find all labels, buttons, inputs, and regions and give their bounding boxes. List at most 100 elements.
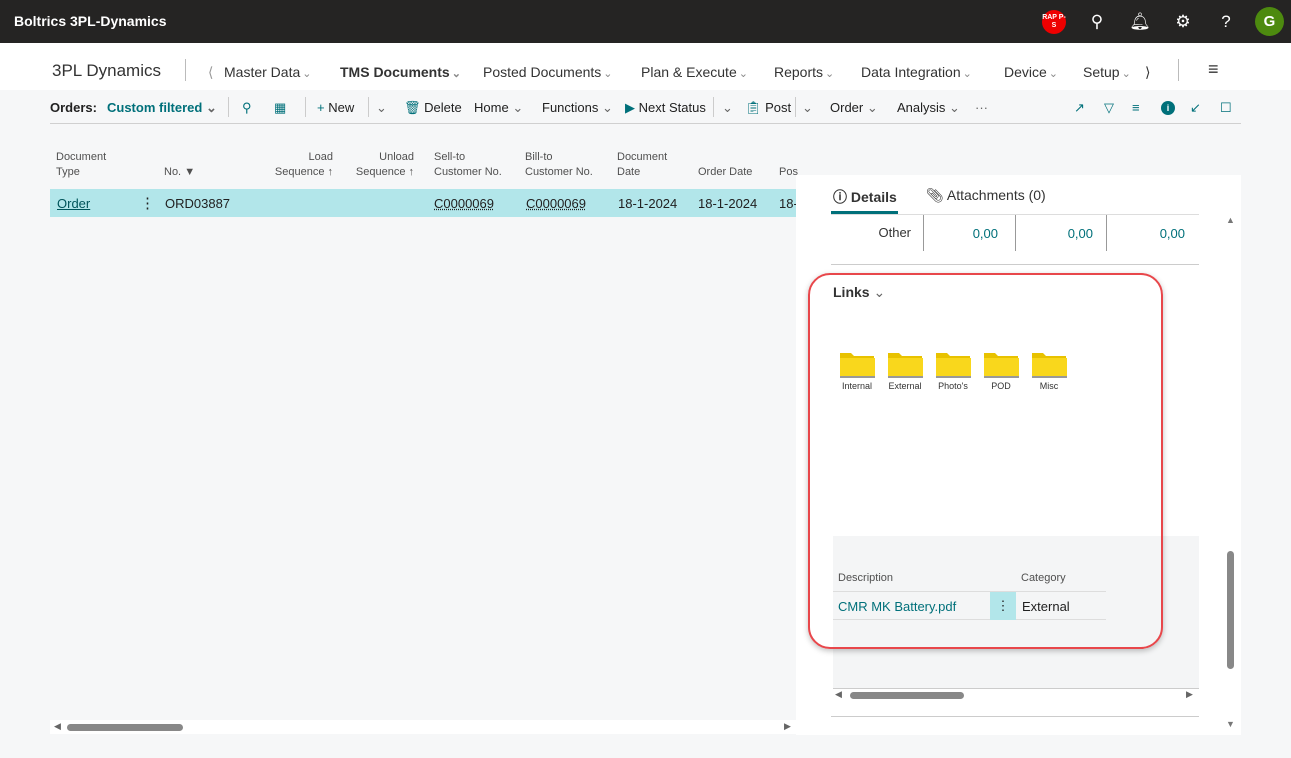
tab-details[interactable]: ⓘ Details [833,187,897,207]
order-no: ORD03887 [165,196,231,211]
new-label: New [328,100,355,115]
bill-to-customer[interactable]: C0000069 [526,196,586,211]
new-button[interactable]: + New [317,100,354,115]
filter-icon[interactable]: ▽ [1104,100,1114,116]
nav-setup[interactable]: Setup ⌄ [1083,64,1131,80]
bookmark-icon[interactable]: ☐ [1220,100,1232,116]
filter-dropdown[interactable]: Custom filtered ⌄ [107,100,217,116]
table-header: Document Type No. ▼ Load Sequence ↑ Unload… [50,150,798,188]
nav-bar: 3PL Dynamics ⟨ Master Data ⌄ TMS Document… [0,43,1291,90]
action-bar: Orders: Custom filtered ⌄ ⚲ ▦ + New ⌄ 🗑︎… [50,95,1241,124]
divider [368,97,369,117]
company-badge[interactable]: RAP P-S [1042,10,1066,34]
vertical-scrollbar[interactable]: ▲ ▼ [1224,213,1238,733]
dropdown-icon[interactable]: ⌄ [802,100,813,116]
bell-icon[interactable]: 🔔︎ [1128,10,1152,34]
table-row[interactable]: Order ⋮ ORD03887 C0000069 C0000069 18-1-… [50,189,798,217]
other-value[interactable]: 0,00 [1109,226,1185,241]
nav-label: Setup [1083,64,1120,80]
col-bill-to[interactable]: Bill-to Customer No. [525,150,593,180]
col-order-date[interactable]: Order Date [698,165,752,180]
company-name[interactable]: 3PL Dynamics [52,61,161,81]
dropdown-icon[interactable]: ⌄ [722,100,733,116]
nav-posted-documents[interactable]: Posted Documents ⌄ [483,64,613,80]
col-document-date[interactable]: Document Date [617,150,667,180]
functions-label: Functions [542,100,599,115]
document-type-link[interactable]: Order [57,196,90,211]
avatar[interactable]: G [1255,7,1284,36]
row-menu-icon[interactable]: ⋮ [140,194,155,212]
highlight-annotation [808,273,1163,649]
search-icon[interactable]: ⚲ [1085,10,1109,34]
nav-device[interactable]: Device ⌄ [1004,64,1058,80]
post-icon: 📋︎ [745,100,762,115]
new-dropdown-icon[interactable]: ⌄ [376,100,387,116]
plus-icon: + [317,100,325,115]
nav-back-icon[interactable]: ⟨ [208,64,213,81]
other-value[interactable]: 0,00 [1018,226,1093,241]
nav-master-data[interactable]: Master Data ⌄ [224,64,311,80]
divider [713,97,714,117]
analysis-menu[interactable]: Analysis ⌄ [897,100,960,116]
other-label: Other [878,225,911,240]
nav-label: Plan & Execute [641,64,737,80]
trash-icon: 🗑︎ [404,100,421,115]
post-label: Post [765,100,792,115]
order-label: Order [830,100,864,115]
nav-tms-documents[interactable]: TMS Documents ⌄ [340,64,461,80]
more-button[interactable]: ··· [975,100,988,115]
sell-to-customer[interactable]: C0000069 [434,196,494,211]
divider [1178,59,1179,81]
col-load-sequence[interactable]: Load Sequence ↑ [260,150,333,180]
horizontal-scrollbar[interactable]: ◀ ▶ [50,720,796,734]
delete-button[interactable]: 🗑︎ Delete [404,100,462,116]
filter-label: Custom filtered [107,100,203,115]
orders-label: Orders: [50,100,97,115]
nav-label: Master Data [224,64,301,80]
next-status-label: Next Status [638,100,706,115]
nav-label: Data Integration [861,64,961,80]
col-document-type[interactable]: Document Type [56,150,106,180]
home-label: Home [474,100,509,115]
gear-icon[interactable]: ⚙ [1171,10,1195,34]
divider [185,59,186,81]
home-menu[interactable]: Home ⌄ [474,100,523,116]
nav-plan-execute[interactable]: Plan & Execute ⌄ [641,64,748,80]
document-date: 18-1-2024 [618,196,678,211]
next-icon: ▶ [625,100,635,115]
col-no[interactable]: No. ▼ [164,165,195,180]
delete-label: Delete [424,100,462,115]
order-menu[interactable]: Order ⌄ [830,100,878,116]
divider [228,97,229,117]
share-icon[interactable]: ↗ [1074,100,1085,116]
search-icon[interactable]: ⚲ [242,100,252,116]
other-value[interactable]: 0,00 [926,226,998,241]
post-button[interactable]: 📋︎ Post [745,100,791,116]
info-icon[interactable]: i [1161,101,1175,115]
menu-icon[interactable]: ≡ [1208,59,1219,80]
tab-attachments[interactable]: 📎︎ Attachments (0) [926,187,1046,204]
nav-forward-icon[interactable]: ⟩ [1145,64,1150,81]
analysis-label: Analysis [897,100,946,115]
col-sell-to[interactable]: Sell-to Customer No. [434,150,502,180]
nav-reports[interactable]: Reports ⌄ [774,64,834,80]
functions-menu[interactable]: Functions ⌄ [542,100,613,116]
nav-data-integration[interactable]: Data Integration ⌄ [861,64,972,80]
filter-icon: ▼ [184,166,196,178]
order-date: 18-1-2024 [698,196,758,211]
divider [305,97,306,117]
nav-label: Device [1004,64,1047,80]
list-icon[interactable]: ≡ [1132,100,1140,115]
next-status-button[interactable]: ▶ Next Status [625,100,706,116]
nav-label: Reports [774,64,824,80]
links-horizontal-scrollbar[interactable]: ◀ ▶ [833,688,1199,702]
nav-label: Posted Documents [483,64,602,80]
top-bar: Boltrics 3PL-Dynamics RAP P-S ⚲ 🔔︎ ⚙ ? G [0,0,1291,43]
collapse-icon[interactable]: ↙ [1190,100,1201,116]
help-icon[interactable]: ? [1214,10,1238,34]
layout-icon[interactable]: ▦ [274,100,286,116]
app-title[interactable]: Boltrics 3PL-Dynamics [14,13,167,29]
posting-date: 18- [779,196,798,211]
divider [795,97,796,117]
col-unload-sequence[interactable]: Unload Sequence ↑ [340,150,414,180]
